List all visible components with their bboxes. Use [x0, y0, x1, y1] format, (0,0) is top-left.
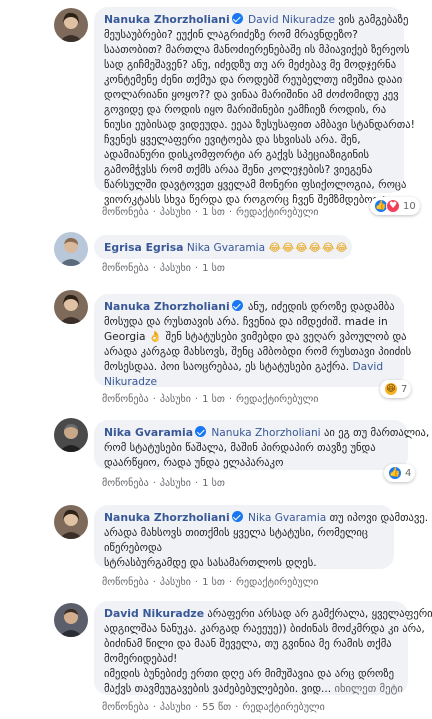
like-button[interactable]: მოწონება	[102, 478, 149, 489]
comment-bubble: Nanuka Zhorzholiani David Nikuradze ვის …	[94, 7, 415, 206]
edited-label[interactable]: რედაქტირებული	[236, 207, 318, 218]
edited-label[interactable]: რედაქტირებული	[242, 702, 324, 713]
comment-author[interactable]: Nanuka Zhorzholiani	[104, 13, 230, 26]
reactions-summary[interactable]: 👍 4	[384, 464, 416, 482]
comment-actions: მოწონება · პასუხი · 55 წთ · რედაქტირებული	[102, 702, 325, 713]
like-button[interactable]: მოწონება	[102, 702, 149, 713]
timestamp[interactable]: 1 სთ	[202, 478, 225, 489]
comment-bubble: David Nikuradze არაფერი არსად არ გამქრალ…	[94, 601, 432, 695]
comment-bubble: Nanuka Zhorzholiani Nika Gvaramia თუ იპო…	[94, 505, 428, 569]
reply-button[interactable]: პასუხი	[160, 577, 191, 588]
verified-badge-icon	[195, 426, 206, 437]
comment-bubble: Egrisa Egrisa Nika Gvaramia 😂😂😂😂😂😂	[94, 235, 352, 259]
like-button[interactable]: მოწონება	[102, 394, 149, 405]
mention-link[interactable]: Nika Gvaramia	[187, 242, 265, 254]
timestamp[interactable]: 55 წთ	[202, 702, 231, 713]
verified-badge-icon	[231, 300, 243, 311]
timestamp[interactable]: 1 სთ	[202, 577, 225, 588]
verified-badge-icon	[231, 511, 243, 522]
reply-button[interactable]: პასუხი	[160, 702, 191, 713]
avatar[interactable]	[54, 418, 88, 452]
verified-badge-icon	[231, 13, 243, 24]
mention-link[interactable]: David	[352, 361, 383, 373]
comment-author[interactable]: Nanuka Zhorzholiani	[104, 511, 230, 524]
timestamp[interactable]: 1 სთ	[202, 263, 225, 274]
mention-link[interactable]: David Nikuradze	[248, 14, 335, 26]
like-button[interactable]: მოწონება	[102, 263, 149, 274]
comment-author[interactable]: Nanuka Zhorzholiani	[104, 300, 230, 313]
mention-link[interactable]: Nika Gvaramia	[248, 512, 326, 524]
reaction-count: 4	[405, 467, 412, 479]
mention-link[interactable]: Nanuka Zhorzholiani	[211, 427, 320, 439]
comment-actions: მოწონება · პასუხი · 1 სთ · რედაქტირებული	[102, 577, 319, 588]
edited-label[interactable]: რედაქტირებული	[236, 394, 318, 405]
haha-reaction-icon: 😆	[384, 382, 398, 396]
reply-button[interactable]: პასუხი	[160, 478, 191, 489]
like-button[interactable]: მოწონება	[102, 207, 149, 218]
love-reaction-icon: ♥	[386, 199, 400, 213]
edited-label[interactable]: რედაქტირებული	[236, 577, 318, 588]
comment-actions: მოწონება · პასუხი · 1 სთ · რედაქტირებული	[102, 394, 319, 405]
comment-bubble: Nika Gvaramia Nanuka Zhorzholiani აი ეგ …	[94, 420, 429, 470]
reply-button[interactable]: პასუხი	[160, 207, 191, 218]
comment-actions: მოწონება · პასუხი · 1 სთ	[102, 478, 225, 489]
timestamp[interactable]: 1 სთ	[202, 207, 225, 218]
laughing-emoji: 😂😂😂😂😂😂	[268, 242, 349, 254]
reply-button[interactable]: პასუხი	[160, 263, 191, 274]
like-button[interactable]: მოწონება	[102, 577, 149, 588]
reaction-count: 10	[403, 200, 416, 212]
avatar[interactable]	[54, 232, 88, 266]
avatar[interactable]	[54, 8, 88, 42]
comment-author[interactable]: Egrisa Egrisa	[104, 241, 183, 254]
comment-author[interactable]: David Nikuradze	[104, 607, 204, 620]
comment-bubble: Nanuka Zhorzholiani ანუ, იძედის დროზე და…	[94, 294, 411, 388]
comment-author[interactable]: Nika Gvaramia	[104, 426, 193, 439]
like-reaction-icon: 👍	[388, 466, 402, 480]
timestamp[interactable]: 1 სთ	[202, 394, 225, 405]
comment-actions: მოწონება · პასუხი · 1 სთ · რედაქტირებული	[102, 207, 319, 218]
reactions-summary[interactable]: 👍 ♥ 10	[370, 197, 420, 215]
reactions-summary[interactable]: 😆 7	[380, 380, 412, 398]
comment-actions: მოწონება · პასუხი · 1 სთ	[102, 263, 225, 274]
avatar[interactable]	[54, 290, 88, 324]
avatar[interactable]	[54, 505, 88, 539]
avatar[interactable]	[54, 603, 88, 637]
see-more-link[interactable]: იხილეთ მეტი	[335, 683, 403, 695]
mention-link[interactable]: Nikuradze	[104, 376, 157, 388]
reaction-count: 7	[401, 383, 408, 395]
reply-button[interactable]: პასუხი	[160, 394, 191, 405]
